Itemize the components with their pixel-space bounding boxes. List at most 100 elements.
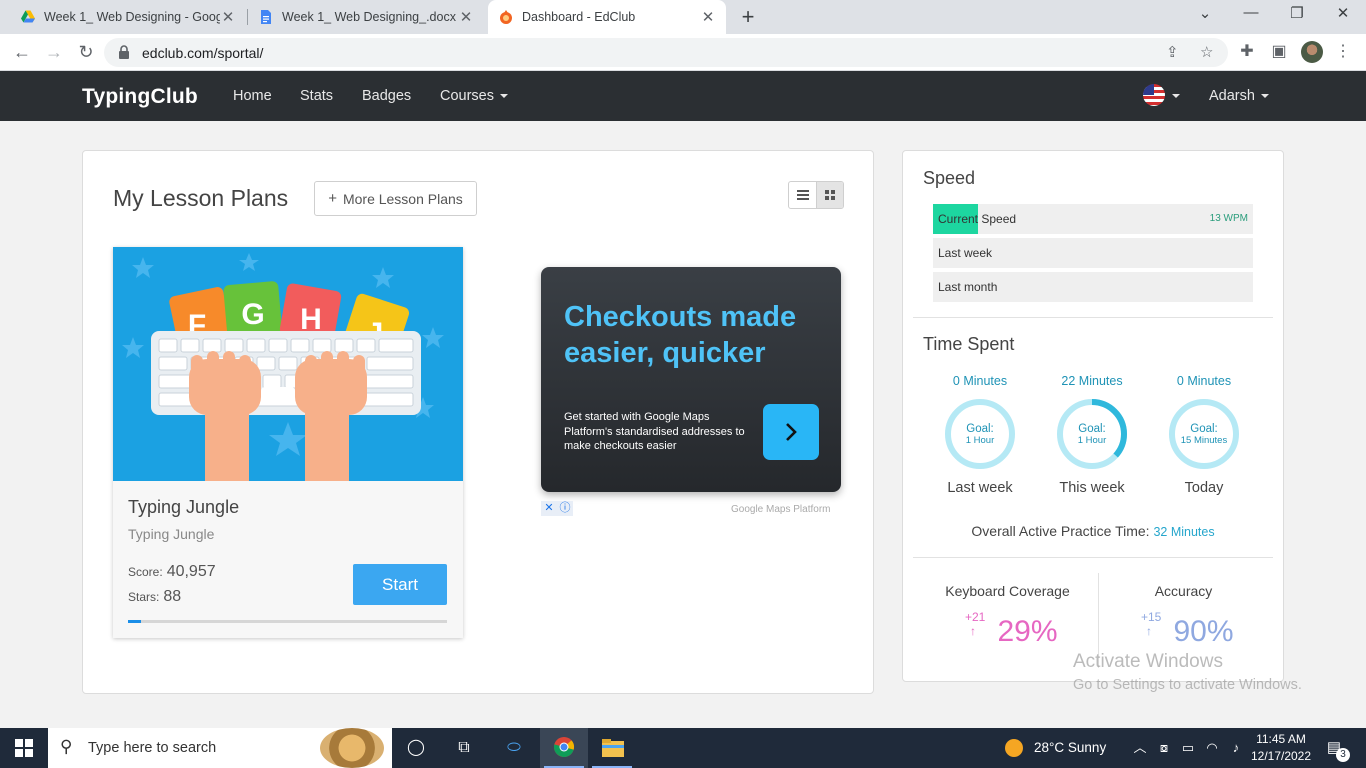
- keyboard-coverage-value-wrap: +21 ↑ 29%: [915, 610, 1100, 649]
- list-view-icon[interactable]: [789, 182, 816, 208]
- reload-icon[interactable]: ↻: [74, 40, 98, 64]
- accuracy-value-wrap: +15 ↑ 90%: [1091, 610, 1276, 649]
- tray-chevron-up-icon[interactable]: ︿: [1128, 736, 1152, 760]
- edclub-icon: [500, 10, 512, 24]
- brand-logo[interactable]: TypingClub: [82, 85, 198, 109]
- side-panel-icon[interactable]: ▣: [1269, 42, 1289, 62]
- advertisement[interactable]: Checkouts made easier, quicker Get start…: [541, 267, 841, 492]
- overall-practice-time: Overall Active Practice Time: 32 Minutes: [903, 523, 1283, 539]
- new-tab-icon[interactable]: +: [736, 4, 760, 30]
- user-menu-dropdown[interactable]: Adarsh: [1209, 88, 1269, 104]
- nav-badges[interactable]: Badges: [362, 88, 411, 104]
- weather-text[interactable]: 28°C Sunny: [1034, 740, 1106, 755]
- windows-taskbar: ⚲ Type here to search ◯ ⧉ ⬭ 28°C Sunny ︿…: [0, 728, 1366, 768]
- minimize-icon[interactable]: —: [1236, 4, 1266, 21]
- goal-label: Goal:: [1078, 422, 1106, 435]
- user-name: Adarsh: [1209, 88, 1255, 104]
- chevron-down-icon[interactable]: [1172, 94, 1180, 98]
- activate-windows-watermark: Activate Windows: [1073, 651, 1223, 672]
- grid-view-icon[interactable]: [816, 182, 843, 208]
- more-lesson-plans-button[interactable]: + More Lesson Plans: [314, 181, 477, 216]
- course-subtitle: Typing Jungle: [128, 526, 215, 542]
- key-letter: G: [241, 298, 264, 331]
- view-toggle: [788, 181, 844, 209]
- ad-arrow-button[interactable]: [763, 404, 819, 460]
- speed-title: Speed: [923, 168, 976, 188]
- google-docs-icon: [261, 10, 271, 24]
- weather-sun-icon[interactable]: [1002, 736, 1026, 760]
- goal-value: 15 Minutes: [1180, 434, 1228, 446]
- time-spent-title: Time Spent: [923, 334, 1015, 354]
- goal-label: Goal:: [966, 422, 994, 435]
- bookmark-star-icon[interactable]: ☆: [1200, 43, 1213, 61]
- speed-bar-value: 13 WPM: [1209, 213, 1248, 224]
- profile-avatar[interactable]: [1301, 41, 1323, 63]
- maximize-icon[interactable]: ❐: [1282, 4, 1312, 22]
- goal-label: Goal:: [1190, 422, 1218, 435]
- period-label: This week: [1059, 480, 1125, 496]
- back-icon[interactable]: ←: [10, 40, 34, 64]
- ad-info-icon[interactable]: ⓘ: [557, 501, 573, 516]
- minutes-value: 0 Minutes: [952, 374, 1008, 388]
- tab-edclub-dashboard[interactable]: Dashboard - EdClub ✕: [488, 0, 726, 34]
- close-tab-icon[interactable]: ✕: [220, 8, 236, 26]
- extensions-puzzle-icon[interactable]: ✚: [1237, 42, 1257, 62]
- overall-label: Overall Active Practice Time:: [971, 523, 1150, 539]
- forward-icon[interactable]: →: [42, 40, 66, 64]
- tab-title: Dashboard - EdClub: [522, 10, 636, 24]
- windows-start-icon[interactable]: [12, 736, 36, 760]
- chevron-right-icon: [786, 423, 797, 441]
- cortana-icon[interactable]: ◯: [404, 736, 428, 760]
- pinned-app-icon[interactable]: ⬭: [502, 736, 526, 760]
- language-flag-icon[interactable]: [1143, 84, 1165, 106]
- tab-search-chevron-icon[interactable]: ⌄: [1190, 4, 1220, 22]
- notification-count-badge: 3: [1336, 748, 1350, 762]
- close-tab-icon[interactable]: ✕: [700, 8, 716, 26]
- speed-bar-label: Current Speed: [938, 212, 1017, 226]
- start-button[interactable]: Start: [353, 564, 447, 605]
- ad-brand: Google Maps Platform: [731, 504, 831, 515]
- ad-close-icon[interactable]: ✕: [541, 501, 557, 516]
- time-spent-this-week: 22 Minutes Goal: 1 Hour This week: [1042, 374, 1142, 496]
- task-view-icon[interactable]: ⧉: [452, 736, 476, 760]
- share-icon[interactable]: ⇪: [1166, 43, 1179, 61]
- nav-home[interactable]: Home: [233, 88, 272, 104]
- divider: [913, 317, 1273, 318]
- volume-icon[interactable]: ♪: [1224, 736, 1248, 760]
- keyboard-coverage-value: 29%: [997, 615, 1058, 648]
- accuracy-value: 90%: [1173, 615, 1234, 648]
- battery-icon[interactable]: ▭: [1176, 736, 1200, 760]
- close-tab-icon[interactable]: ✕: [458, 8, 474, 26]
- goal-value: 1 Hour: [965, 434, 995, 446]
- goal-ring: Goal: 15 Minutes: [1167, 397, 1241, 471]
- nav-stats[interactable]: Stats: [300, 88, 333, 104]
- stars-row: Stars: 88: [128, 588, 181, 606]
- wifi-icon[interactable]: ◠: [1200, 736, 1224, 760]
- nav-courses-dropdown[interactable]: Courses: [440, 88, 508, 104]
- speed-bar-last-month: Last month: [933, 272, 1253, 302]
- site-navbar: TypingClub Home Stats Badges Courses Ada…: [0, 71, 1366, 121]
- tab-title: Week 1_ Web Designing_.docx - G: [282, 10, 458, 24]
- stars-label: Stars:: [128, 590, 160, 604]
- clock-time[interactable]: 11:45 AM: [1253, 732, 1309, 746]
- address-bar[interactable]: edclub.com/sportal/ ⇪ ☆: [104, 38, 1228, 67]
- adchoices[interactable]: ✕ ⓘ: [541, 501, 573, 516]
- chrome-menu-icon[interactable]: ⋮: [1333, 42, 1353, 62]
- goal-ring: Goal: 1 Hour: [1055, 397, 1129, 471]
- taskbar-search-box[interactable]: ⚲ Type here to search: [48, 728, 392, 768]
- clock-date[interactable]: 12/17/2022: [1249, 749, 1313, 763]
- lock-icon[interactable]: [118, 45, 130, 59]
- nav-courses-label: Courses: [440, 88, 494, 104]
- score-value: 40,957: [166, 563, 216, 580]
- search-highlight-image[interactable]: [320, 728, 384, 768]
- tab-google-drive[interactable]: Week 1_ Web Designing - Google ✕: [10, 0, 246, 34]
- meet-now-icon[interactable]: ⧇: [1152, 736, 1176, 760]
- file-explorer-icon[interactable]: [601, 736, 625, 760]
- plus-icon: +: [328, 190, 337, 207]
- search-icon: ⚲: [60, 737, 73, 756]
- goal-ring: Goal: 1 Hour: [943, 397, 1017, 471]
- chrome-icon[interactable]: [552, 736, 576, 760]
- tab-google-docs[interactable]: Week 1_ Web Designing_.docx - G ✕: [248, 0, 484, 34]
- course-card[interactable]: F G H J: [113, 247, 463, 638]
- close-window-icon[interactable]: ✕: [1328, 4, 1358, 22]
